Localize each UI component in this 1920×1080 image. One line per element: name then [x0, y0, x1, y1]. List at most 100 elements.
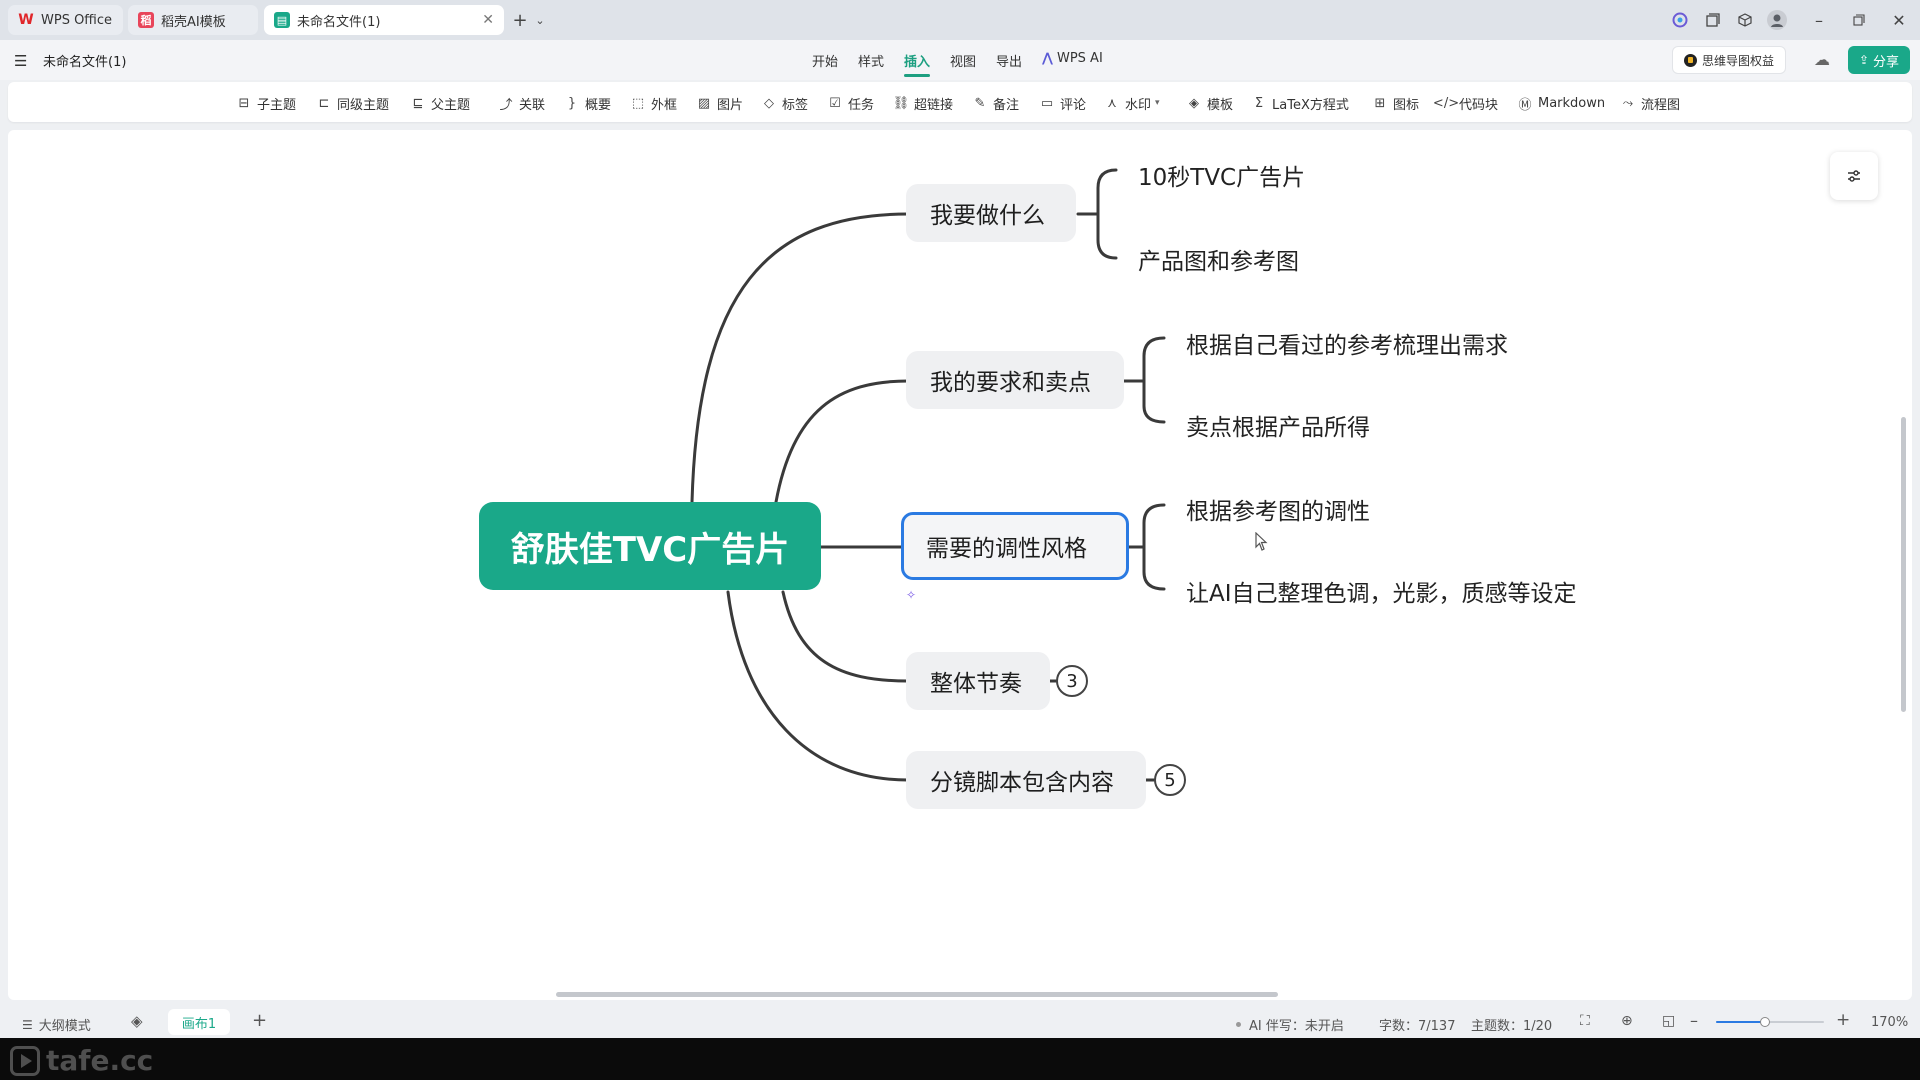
copilot-icon[interactable]	[1667, 8, 1693, 32]
tool-relation[interactable]: ⤴ 关联	[498, 92, 545, 114]
subtopic-2-1[interactable]: 根据自己看过的参考梳理出需求	[1186, 326, 1508, 360]
tool-flowchart[interactable]: ⤳ 流程图	[1620, 92, 1680, 114]
menu-style[interactable]: 样式	[858, 51, 884, 70]
branch-topic-3[interactable]: 需要的调性风格	[901, 512, 1129, 580]
zoom-slider[interactable]	[1716, 1017, 1824, 1027]
branch-topic-5[interactable]: 分镜脚本包含内容	[906, 751, 1146, 809]
rights-button-label: 思维导图权益	[1701, 53, 1774, 68]
tool-boundary[interactable]: ⬚ 外框	[630, 92, 677, 114]
link-icon: ⛓	[892, 95, 910, 111]
tool-summary[interactable]: } 概要	[564, 92, 611, 114]
tool-comment[interactable]: ▭ 评论	[1039, 92, 1086, 114]
tab-wps-office[interactable]: W WPS Office	[8, 5, 123, 35]
tab-label: 稻壳AI模板	[161, 14, 226, 30]
tool-icon[interactable]: ⊞ 图标	[1372, 92, 1419, 114]
zoom-slider-handle[interactable]	[1759, 1017, 1770, 1027]
tool-task[interactable]: ☑ 任务	[827, 92, 874, 114]
subtopic-icon: ⊟	[238, 95, 250, 111]
minimap-icon[interactable]: ◱	[1662, 1013, 1675, 1029]
hamburger-menu-icon[interactable]: ☰	[14, 52, 27, 70]
restore-icon[interactable]	[1846, 8, 1872, 32]
outline-mode-button[interactable]: ☰ 大纲模式	[22, 1015, 91, 1035]
cloud-sync-icon[interactable]: ☁	[1814, 50, 1830, 69]
zoom-in-button[interactable]: +	[1836, 1010, 1850, 1030]
status-bar: ☰ 大纲模式 ◈ 画布1 + AI 伴写：未开启 字数：7/137 主题数：1/…	[0, 1004, 1920, 1040]
subtopic-1-2[interactable]: 产品图和参考图	[1138, 242, 1299, 276]
collapsed-count-badge[interactable]: 3	[1056, 665, 1088, 697]
tab-mindmap-file[interactable]: ▤ 未命名文件(1) ✕	[264, 5, 504, 35]
tool-sibling-topic[interactable]: ⊏ 同级主题	[316, 92, 389, 114]
tool-subtopic[interactable]: ⊟ 子主题	[236, 92, 296, 114]
cube-icon[interactable]	[1732, 8, 1758, 32]
branch-topic-2[interactable]: 我的要求和卖点	[906, 351, 1124, 409]
chevron-down-icon: ▾	[1155, 98, 1160, 108]
tool-image[interactable]: ▨ 图片	[696, 92, 743, 114]
connector-branch-2	[774, 379, 910, 504]
tool-code-block[interactable]: </> 代码块	[1433, 92, 1499, 114]
watermark-text: tafe.cc	[46, 1044, 154, 1077]
tool-label: 同级主题	[337, 97, 390, 113]
tool-label: 水印	[1125, 97, 1152, 113]
tool-watermark[interactable]: ⋏ 水印 ▾	[1104, 92, 1160, 114]
tool-hyperlink[interactable]: ⛓ 超链接	[893, 92, 953, 114]
layers-icon[interactable]: ◈	[131, 1012, 143, 1030]
sliders-icon	[1848, 170, 1860, 182]
collapsed-count-badge[interactable]: 5	[1154, 764, 1186, 796]
horizontal-scrollbar[interactable]	[556, 992, 1278, 997]
tool-template[interactable]: ◈ 模板	[1186, 92, 1233, 114]
root-topic[interactable]: 舒肤佳TVC广告片	[479, 502, 821, 590]
subtopic-3-2[interactable]: 让AI自己整理色调，光影，质感等设定	[1186, 574, 1577, 608]
windows-icon[interactable]	[1700, 8, 1726, 32]
image-icon: ▨	[697, 95, 711, 111]
canvas-tab-1[interactable]: 画布1	[168, 1009, 230, 1035]
menu-wps-ai[interactable]: ⋀ WPS AI	[1042, 51, 1103, 66]
subtopic-2-2[interactable]: 卖点根据产品所得	[1186, 408, 1370, 442]
tool-tag[interactable]: ◇ 标签	[761, 92, 808, 114]
window-close-icon[interactable]: ✕	[1886, 8, 1912, 32]
tool-latex[interactable]: Σ LaTeX方程式	[1251, 92, 1349, 114]
ai-sparkle-icon[interactable]: ✧	[906, 588, 922, 604]
zoom-out-button[interactable]: –	[1690, 1011, 1698, 1030]
add-canvas-button[interactable]: +	[252, 1010, 267, 1031]
tool-parent-topic[interactable]: ⊑ 父主题	[410, 92, 470, 114]
tool-markdown[interactable]: Ⓜ Markdown	[1517, 92, 1605, 114]
tab-label: 未命名文件(1)	[297, 14, 381, 30]
relation-icon: ⤴	[499, 97, 513, 113]
parent-topic-icon: ⊑	[412, 95, 424, 111]
tool-label: 关联	[519, 97, 546, 113]
fullscreen-icon[interactable]: ⛶	[1580, 1013, 1590, 1029]
avatar[interactable]	[1764, 8, 1790, 32]
flowchart-icon: ⤳	[1622, 95, 1634, 111]
menu-export[interactable]: 导出	[996, 51, 1022, 70]
minimize-icon[interactable]: –	[1806, 8, 1832, 32]
menu-bar: ☰ 未命名文件(1) 开始 样式 插入 视图 导出 ⋀ WPS AI 思维导图权…	[0, 40, 1920, 80]
tool-label: 代码块	[1459, 97, 1499, 113]
bracket-branch-2	[1142, 336, 1166, 424]
canvas-settings-button[interactable]	[1830, 152, 1878, 200]
branch-topic-1[interactable]: 我要做什么	[906, 184, 1076, 242]
menu-wps-ai-label: WPS AI	[1056, 51, 1103, 66]
zoom-level[interactable]: 170%	[1871, 1015, 1908, 1030]
mouse-cursor-icon	[1255, 531, 1269, 556]
tool-label: LaTeX方程式	[1272, 97, 1349, 113]
note-icon: ✎	[974, 95, 986, 111]
tab-docer-templates[interactable]: 稻 稻壳AI模板	[128, 5, 258, 35]
vertical-scrollbar[interactable]	[1901, 417, 1906, 712]
branch-topic-4[interactable]: 整体节奏	[906, 652, 1050, 710]
subtopic-1-1[interactable]: 10秒TVC广告片	[1138, 158, 1305, 192]
share-button[interactable]: ⇪ 分享	[1848, 46, 1910, 74]
menu-insert[interactable]: 插入	[904, 51, 930, 70]
subtopic-3-1[interactable]: 根据参考图的调性	[1186, 492, 1370, 526]
chevron-down-icon[interactable]: ⌄	[527, 8, 553, 32]
menu-view[interactable]: 视图	[950, 51, 976, 70]
mindmap-canvas[interactable]: 舒肤佳TVC广告片 我要做什么 10秒TVC广告片 产品图和参考图 我的要求和卖…	[8, 130, 1912, 1000]
menu-start[interactable]: 开始	[812, 51, 838, 70]
tool-note[interactable]: ✎ 备注	[972, 92, 1019, 114]
tag-icon: ◇	[764, 95, 774, 111]
document-title[interactable]: 未命名文件(1)	[43, 51, 126, 70]
locate-icon[interactable]: ⊕	[1621, 1013, 1633, 1029]
wps-ai-icon: ⋀	[1042, 51, 1053, 66]
ai-companion-status[interactable]: AI 伴写：未开启	[1236, 1015, 1344, 1034]
close-icon[interactable]: ✕	[482, 12, 494, 28]
mindmap-rights-button[interactable]: 思维导图权益	[1672, 46, 1786, 74]
